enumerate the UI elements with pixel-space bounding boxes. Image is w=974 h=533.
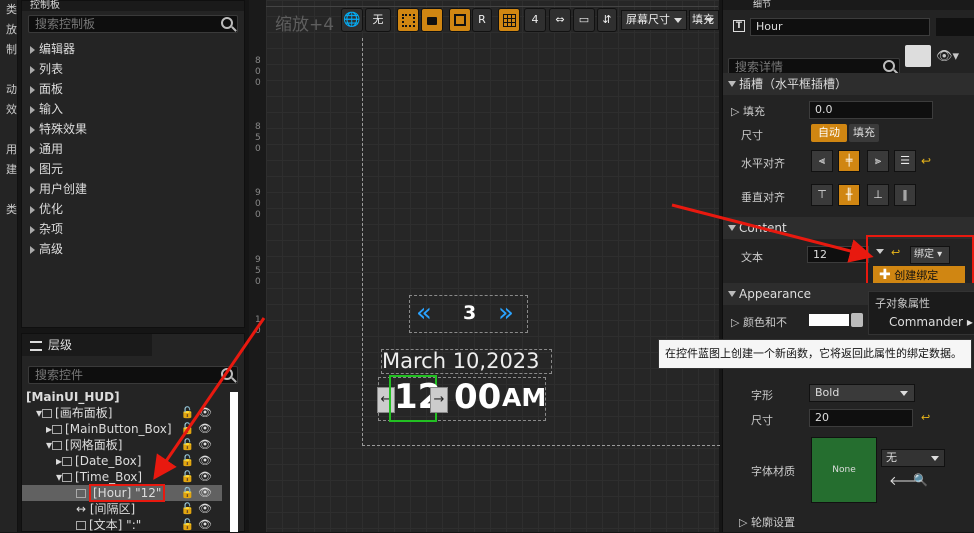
annotation-arrow xyxy=(671,203,874,263)
annotation-arrows xyxy=(153,203,874,480)
annotation-arrow xyxy=(153,317,266,480)
